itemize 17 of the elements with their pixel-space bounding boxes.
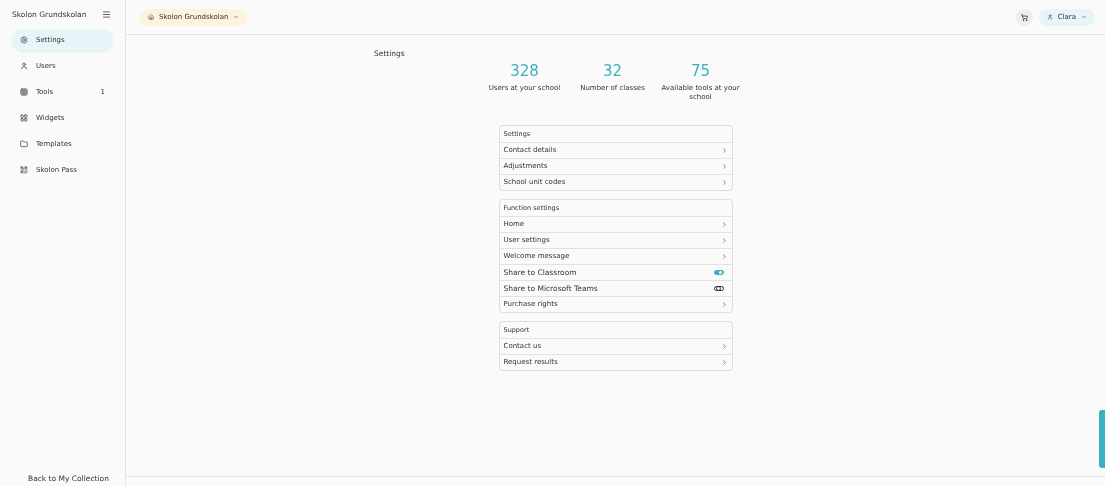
stat-value: 32: [602, 62, 623, 80]
gear-icon: [20, 36, 28, 44]
folder-icon: [20, 140, 28, 148]
caret-icon: [1081, 14, 1087, 20]
toggle-switch[interactable]: [713, 269, 724, 275]
stat-value: 328: [510, 62, 539, 80]
qr-code-icon: [20, 166, 28, 174]
user-icon: [1046, 14, 1053, 20]
home-icon: [148, 14, 154, 20]
menu-icon[interactable]: [102, 10, 111, 19]
stat-value: 75: [690, 62, 711, 80]
cart-button[interactable]: [1015, 8, 1033, 26]
user-icon: [20, 62, 28, 70]
chevron-icon: [720, 300, 728, 308]
caret-icon: [233, 14, 240, 20]
widgets-icon: [20, 114, 28, 122]
cart-icon: [1020, 13, 1028, 21]
